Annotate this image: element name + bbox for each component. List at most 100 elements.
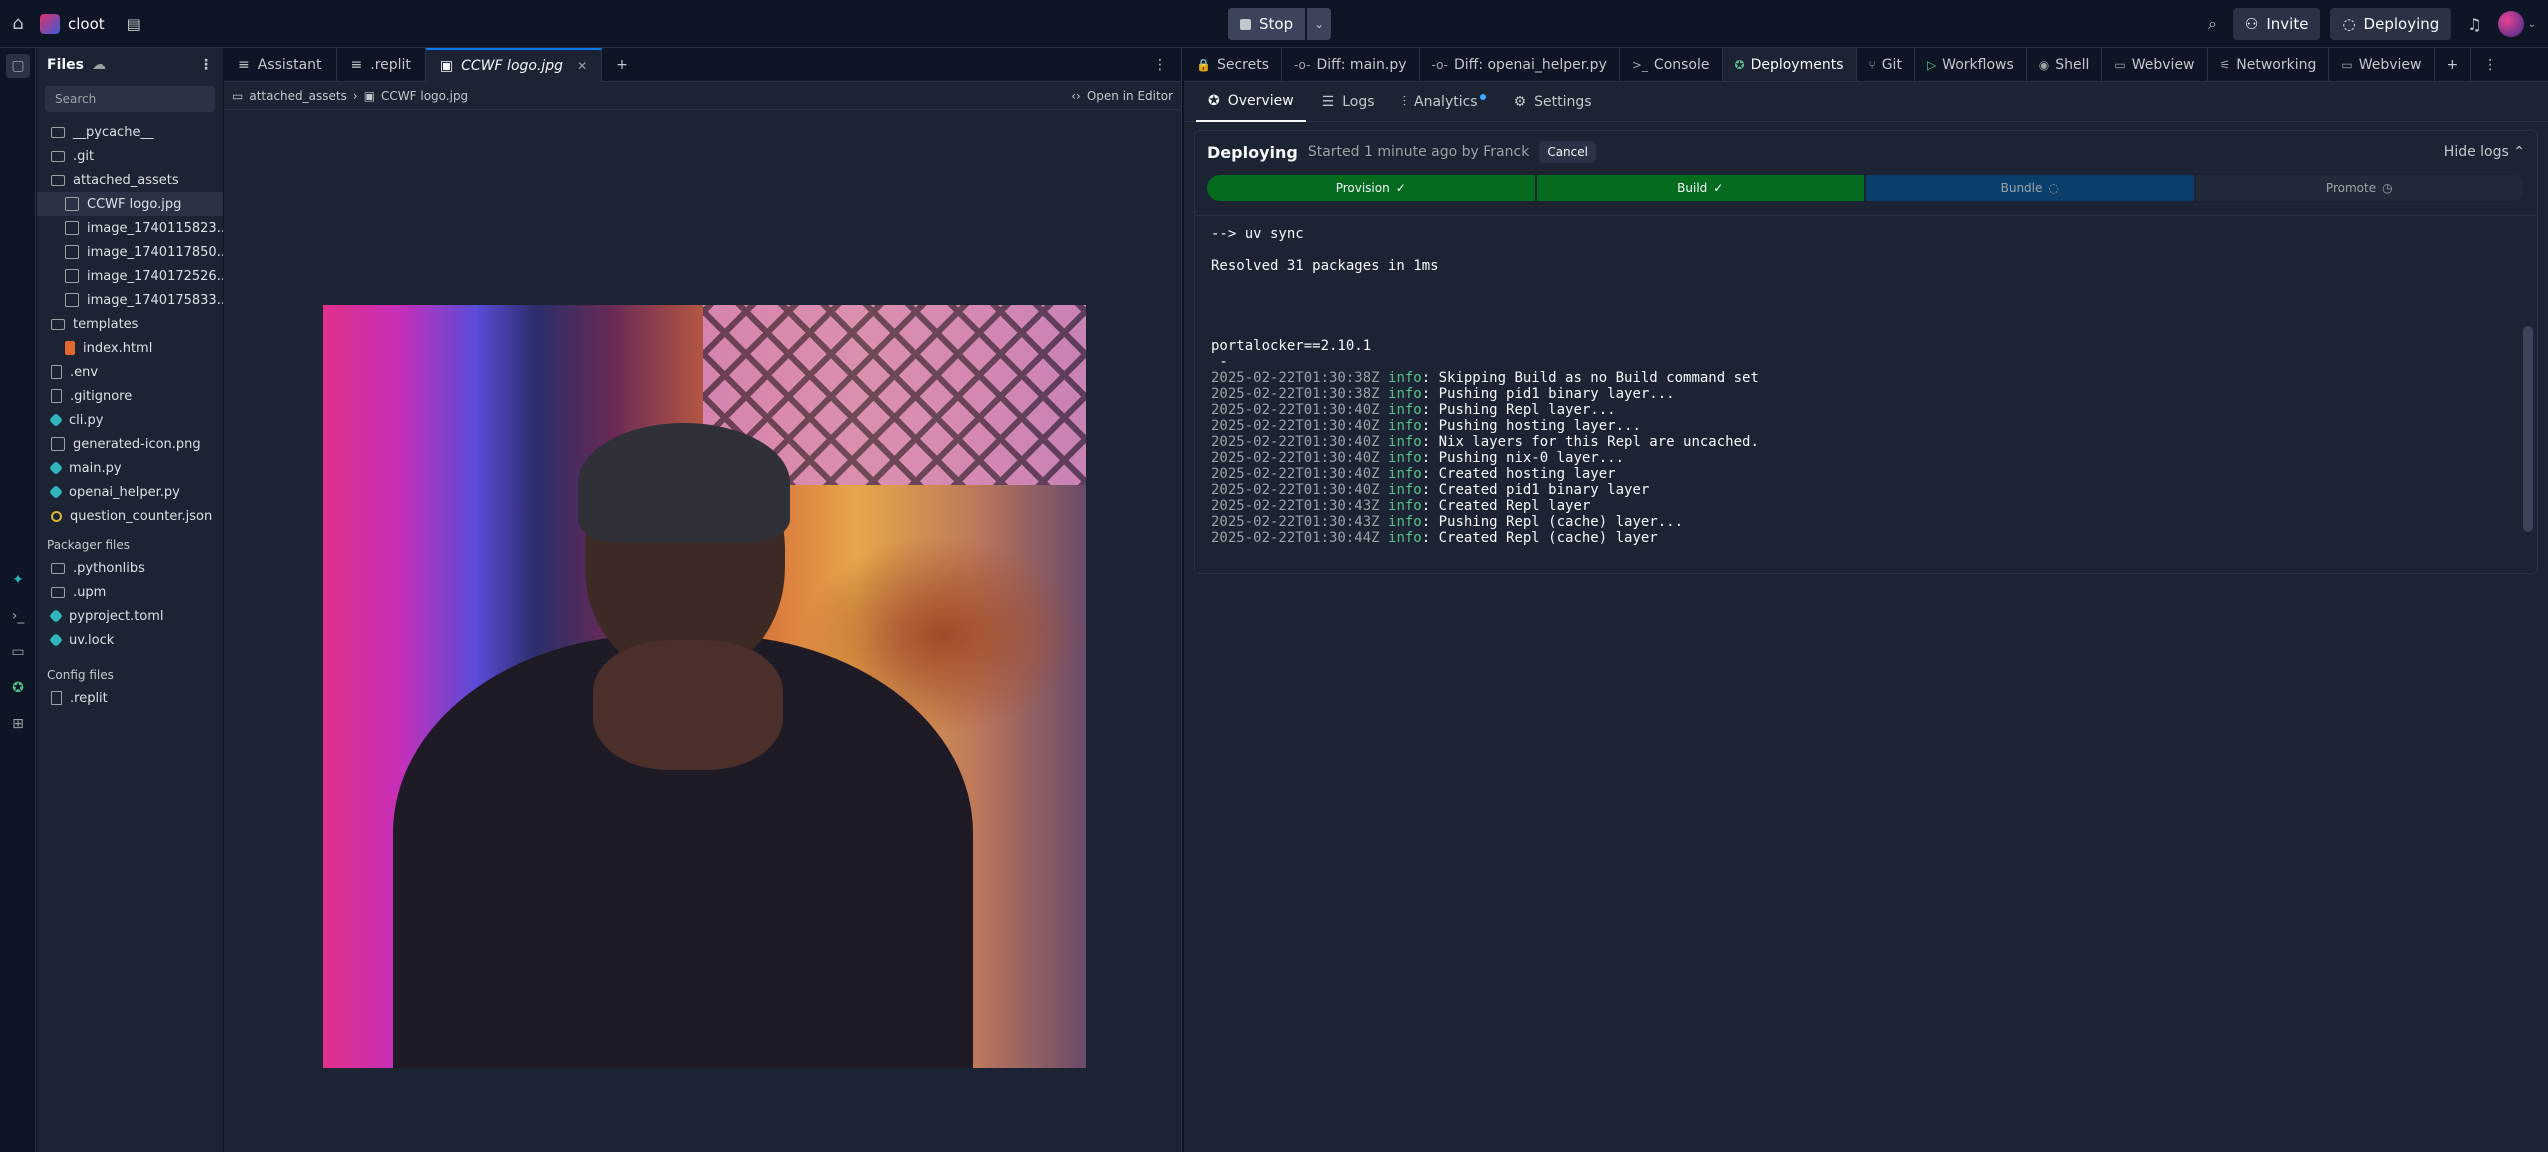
log-timestamp: 2025-02-22T01:30:40Z (1211, 450, 1380, 466)
file-tree-item[interactable]: .replit (37, 686, 223, 710)
tool-tab[interactable]: ▷ Workflows (1915, 48, 2027, 81)
tool-tab[interactable]: -o- Diff: openai_helper.py (1420, 48, 1620, 81)
open-in-editor-button[interactable]: Open in Editor (1087, 89, 1173, 103)
breadcrumb-folder[interactable]: attached_assets (249, 89, 347, 103)
webview-icon[interactable]: ▭ (6, 640, 30, 664)
log-timestamp: 2025-02-22T01:30:40Z (1211, 402, 1380, 418)
log-scrollbar[interactable] (2523, 326, 2533, 532)
tool-tab[interactable]: -o- Diff: main.py (1282, 48, 1420, 81)
file-tree-item[interactable]: templates (37, 312, 223, 336)
file-tree-item[interactable]: openai_helper.py (37, 480, 223, 504)
tool-tab[interactable]: ✪ Deployments (1722, 48, 1857, 81)
editor-tab[interactable]: ≡ .replit (337, 47, 426, 82)
file-tree-label: .gitignore (70, 388, 133, 404)
home-icon[interactable]: ⌂ (0, 6, 36, 42)
log-level: info (1388, 402, 1422, 418)
file-tree-item[interactable]: .gitignore (37, 384, 223, 408)
user-avatar[interactable] (2497, 11, 2524, 37)
user-menu-chevron-icon[interactable]: ⌄ (2528, 19, 2536, 30)
tool-tab[interactable]: >_ Console (1620, 48, 1723, 81)
deployment-step: Bundle ◌ (1866, 175, 2196, 201)
all-tools-icon[interactable]: ⊞ (6, 712, 30, 736)
search-icon[interactable]: ⌕ (2202, 14, 2223, 34)
file-tree-item[interactable]: .upm (37, 580, 223, 604)
editor-tab[interactable]: ▣ CCWF logo.jpg ✕ (425, 47, 603, 82)
deploying-button[interactable]: ◌ Deploying (2330, 8, 2452, 40)
file-tree-item[interactable]: image_1740172526... (37, 264, 223, 288)
file-tree-item[interactable]: pyproject.toml (37, 604, 223, 628)
file-tree-item[interactable]: .pythonlibs (37, 556, 223, 580)
project-name: cloot (68, 14, 105, 33)
new-tab-icon[interactable]: + (602, 48, 642, 82)
editor-tab[interactable]: ≡ Assistant (224, 47, 337, 82)
files-panel-icon[interactable]: ▢ (6, 54, 30, 78)
tool-tab-menu-icon[interactable]: ⋮ (2471, 48, 2509, 81)
python-icon (48, 412, 64, 428)
file-tree-label: .replit (70, 690, 108, 706)
json-icon (51, 510, 62, 522)
file-tree-item[interactable]: index.html (37, 336, 223, 360)
file-tree-item[interactable]: .git (37, 144, 223, 168)
log-text: --> uv sync (1211, 226, 1304, 242)
file-tree-item[interactable]: question_counter.json (37, 504, 223, 528)
subtab-settings[interactable]: ⚙ Settings (1502, 82, 1604, 122)
folder-icon: ▭ (232, 88, 244, 103)
file-tree-item[interactable]: uv.lock (37, 628, 223, 652)
run-options-chevron-icon[interactable]: ⌄ (1307, 8, 1332, 40)
subtab-analytics[interactable]: ⫶ Analytics (1391, 82, 1498, 122)
subtab-overview[interactable]: ✪ Overview (1196, 82, 1306, 122)
log-level: info (1388, 482, 1422, 498)
console-icon[interactable]: ›_ (6, 604, 30, 628)
file-tree-item[interactable]: image_1740117850... (37, 240, 223, 264)
cancel-button[interactable]: Cancel (1539, 141, 1596, 163)
file-search-input[interactable]: Search (45, 86, 215, 112)
left-rail: ▢ ✦ ›_ ▭ ✪ ⊞ (0, 48, 36, 1152)
deployment-subtabs: ✪ Overview ☰ Logs ⫶ Analytics ⚙ Settings (1184, 82, 2548, 122)
invite-button[interactable]: ⚇ Invite (2232, 8, 2321, 40)
tool-tab[interactable]: ▭ Webview (2329, 48, 2435, 81)
spinner-icon: ◌ (2342, 15, 2356, 33)
file-tree-label: image_1740117850... (87, 244, 223, 260)
file-tree-item[interactable]: __pycache__ (37, 120, 223, 144)
deployments-icon[interactable]: ✪ (6, 676, 30, 700)
files-menu-icon[interactable]: ⋮ (199, 57, 213, 73)
check-icon: ✓ (1395, 181, 1406, 195)
hide-logs-button[interactable]: Hide logs ⌃ (2444, 144, 2525, 160)
tool-tab[interactable]: ⑂ Git (1857, 48, 1915, 81)
file-tree-item[interactable]: .env (37, 360, 223, 384)
cloud-icon[interactable]: ☁ (92, 57, 106, 73)
tab-menu-icon[interactable]: ⋮ (1139, 48, 1181, 82)
log-line: - (1211, 354, 2521, 370)
file-tree-item[interactable]: generated-icon.png (37, 432, 223, 456)
html-icon (65, 341, 75, 355)
file-tree-item[interactable]: attached_assets (37, 168, 223, 192)
file-tree-item[interactable]: image_1740175833... (37, 288, 223, 312)
file-tree-item[interactable]: main.py (37, 456, 223, 480)
project-title[interactable]: cloot ▤ (40, 13, 141, 34)
breadcrumb-file[interactable]: CCWF logo.jpg (381, 89, 468, 103)
close-icon[interactable]: ✕ (577, 59, 587, 73)
file-tree-label: .pythonlibs (73, 560, 145, 576)
file-tree-label: .git (73, 148, 95, 164)
assistant-icon[interactable]: ✦ (6, 568, 30, 592)
editor-tabs: ≡ Assistant ≡ .replit ▣ CCWF logo.jpg ✕ + ⋮ (224, 47, 1181, 82)
log-line: 2025-02-22T01:30:40Z info: Pushing nix-0… (1211, 450, 2521, 466)
file-tree-item[interactable]: image_1740115823... (37, 216, 223, 240)
tool-tab[interactable]: ⚟ Networking (2208, 48, 2330, 81)
file-tree-item[interactable]: CCWF logo.jpg (37, 192, 223, 216)
log-message: : Created Repl layer (1421, 498, 1591, 514)
new-tool-tab-icon[interactable]: + (2435, 48, 2472, 81)
file-tree-item[interactable]: cli.py (37, 408, 223, 432)
run-controls: Stop ⌄ (1228, 8, 1332, 40)
bell-icon[interactable]: ♫ (2461, 15, 2487, 34)
tool-tab-label: Networking (2236, 56, 2317, 73)
tool-tab[interactable]: ▭ Webview (2102, 48, 2208, 81)
project-menu-icon[interactable]: ▤ (127, 15, 141, 33)
lock-icon: 🔒 (1196, 57, 1211, 72)
stop-button[interactable]: Stop (1228, 8, 1306, 40)
tool-tab[interactable]: ◉ Shell (2027, 48, 2103, 81)
deployment-started: Started 1 minute ago by Franck (1307, 144, 1530, 160)
image-icon (65, 245, 79, 259)
subtab-logs[interactable]: ☰ Logs (1310, 82, 1387, 122)
tool-tab[interactable]: 🔒 Secrets (1184, 48, 1282, 81)
